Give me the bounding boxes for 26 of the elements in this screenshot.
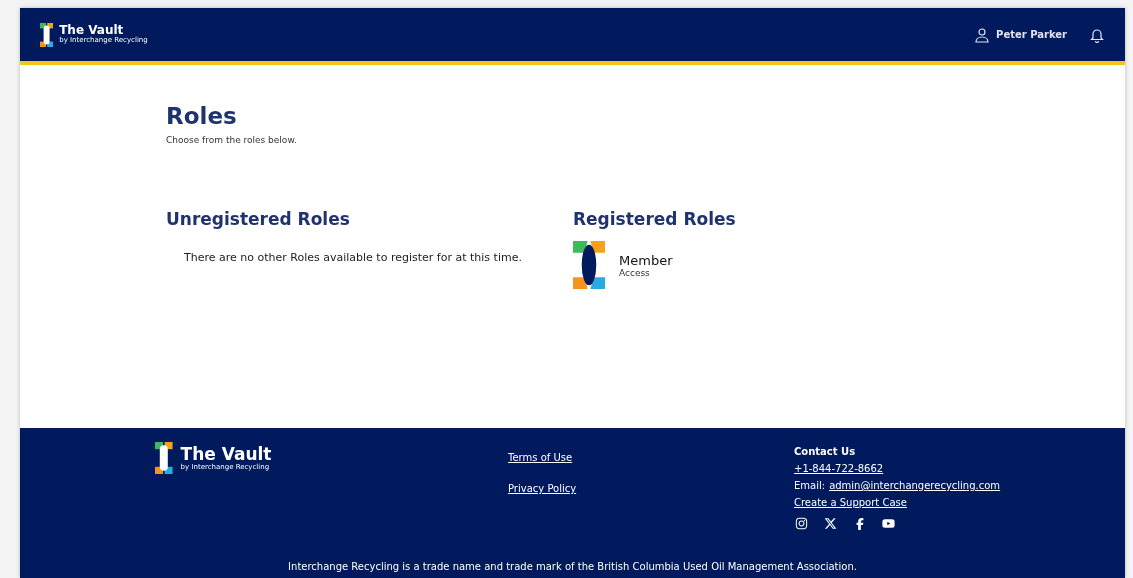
role-detail: Access bbox=[619, 267, 651, 278]
logo-icon bbox=[155, 442, 173, 474]
support-link[interactable]: Create a Support Case bbox=[794, 497, 907, 508]
user-icon[interactable] bbox=[974, 26, 991, 43]
user-name[interactable]: Peter Parker bbox=[996, 29, 1067, 40]
youtube-icon bbox=[882, 517, 895, 530]
brand-title: The Vault bbox=[180, 444, 272, 464]
legal-notice: Interchange Recycling is a trade name and trade mark of the British Columbia Used Oil Management Association. bbox=[287, 561, 858, 572]
role-logo-icon bbox=[573, 241, 605, 289]
contact-heading: Contact Us bbox=[794, 446, 857, 457]
footer-link[interactable]: Terms of Use bbox=[508, 452, 573, 463]
email-link[interactable]: admin@interchangerecycling.com bbox=[829, 480, 1001, 491]
bell-icon[interactable] bbox=[1089, 26, 1105, 43]
brand-title: The Vault bbox=[59, 24, 124, 38]
x-icon bbox=[824, 517, 837, 530]
logo-icon bbox=[40, 22, 54, 47]
instagram-icon bbox=[795, 517, 808, 530]
email-label: Email: bbox=[794, 480, 826, 491]
section-heading: Unregistered Roles bbox=[166, 209, 351, 229]
phone-link[interactable]: +1-844-722-8662 bbox=[794, 463, 884, 474]
page-title: Roles bbox=[166, 103, 238, 129]
page-subtitle: Choose from the roles below. bbox=[166, 135, 298, 145]
footer-link[interactable]: Privacy Policy bbox=[508, 483, 577, 494]
role-name: Member bbox=[619, 252, 673, 268]
empty-message: There are no other Roles available to register for at this time. bbox=[184, 251, 523, 264]
section-heading: Registered Roles bbox=[573, 209, 737, 229]
